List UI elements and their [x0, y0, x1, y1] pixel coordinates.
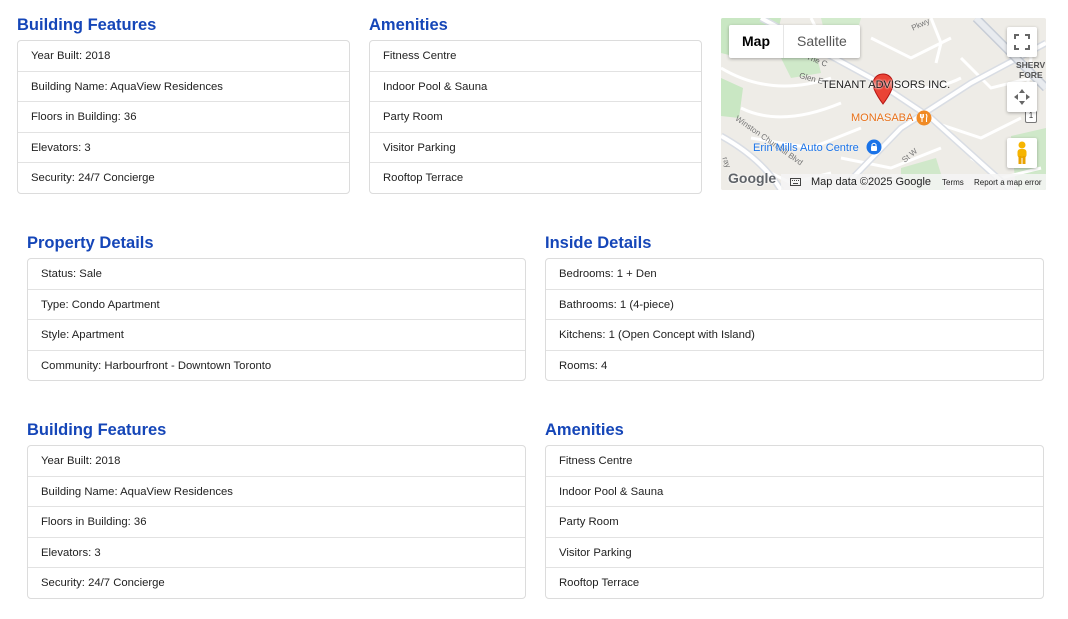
fullscreen-button[interactable] [1007, 27, 1037, 57]
report-map-error-link[interactable]: Report a map error [974, 178, 1042, 187]
street-view-button[interactable] [1007, 138, 1037, 168]
list-item: Rooms: 4 [559, 359, 608, 372]
list-item: Bedrooms: 1 + Den [546, 259, 1043, 290]
map-data-attribution: Map data ©2025 Google [811, 176, 932, 188]
list-item: Rooftop Terrace [559, 577, 640, 590]
building-features-heading-top: Building Features [17, 16, 157, 34]
poi-restaurant-label: MONASABA [851, 112, 914, 124]
list-item: Bathrooms: 1 (4-piece) [546, 290, 1043, 321]
area-label: FORE [1019, 70, 1043, 80]
shopping-icon[interactable] [866, 139, 882, 155]
pin-label: TENANT ADVISORS INC. [822, 79, 951, 91]
list-item: Type: Condo Apartment [28, 290, 525, 321]
inside-details-heading: Inside Details [545, 234, 652, 252]
list-item: Visitor Parking [546, 538, 1043, 569]
list-item: Rooftop Terrace [383, 172, 464, 185]
area-label: SHERV [1016, 60, 1046, 70]
building-features-card-bottom: Year Built: 2018 Building Name: AquaView… [27, 445, 526, 599]
property-details-card: Status: Sale Type: Condo Apartment Style… [27, 258, 526, 381]
list-item: Indoor Pool & Sauna [546, 477, 1043, 508]
amenities-card-bottom: Fitness Centre Indoor Pool & Sauna Party… [545, 445, 1044, 599]
list-item: Year Built: 2018 [28, 446, 525, 477]
map-type-satellite-button[interactable]: Satellite [783, 25, 860, 58]
list-item: Fitness Centre [370, 41, 701, 72]
google-logo[interactable]: Google [728, 170, 776, 186]
pan-control-button[interactable] [1007, 82, 1037, 112]
list-item: Building Name: AquaView Residences [28, 477, 525, 508]
list-item: Visitor Parking [370, 133, 701, 164]
poi-auto-label: Erin Mills Auto Centre [753, 142, 859, 154]
building-features-card-top: Year Built: 2018 Building Name: AquaView… [17, 40, 350, 194]
list-item: Indoor Pool & Sauna [370, 72, 701, 103]
inside-details-card: Bedrooms: 1 + Den Bathrooms: 1 (4-piece)… [545, 258, 1044, 381]
pan-control-icon [1014, 89, 1030, 105]
amenities-heading-bottom: Amenities [545, 421, 624, 439]
list-item: Kitchens: 1 (Open Concept with Island) [546, 320, 1043, 351]
map-type-map-button[interactable]: Map [729, 25, 783, 58]
map-type-control: Map Satellite [729, 25, 860, 58]
list-item: Party Room [370, 102, 701, 133]
restaurant-icon[interactable] [916, 110, 932, 126]
list-item: Floors in Building: 36 [28, 507, 525, 538]
list-item: Security: 24/7 Concierge [41, 577, 165, 590]
amenities-card-top: Fitness Centre Indoor Pool & Sauna Party… [369, 40, 702, 194]
list-item: Style: Apartment [28, 320, 525, 351]
list-item: Elevators: 3 [18, 133, 349, 164]
list-item: Fitness Centre [546, 446, 1043, 477]
list-item: Year Built: 2018 [18, 41, 349, 72]
map-widget[interactable]: The C Glen E Winston Churchill Blvd St W… [721, 18, 1046, 190]
list-item: Floors in Building: 36 [18, 102, 349, 133]
list-item: Building Name: AquaView Residences [18, 72, 349, 103]
property-details-heading: Property Details [27, 234, 154, 252]
list-item: Party Room [546, 507, 1043, 538]
list-item: Community: Harbourfront - Downtown Toron… [41, 359, 272, 372]
building-features-heading-bottom: Building Features [27, 421, 167, 439]
fullscreen-icon [1014, 34, 1030, 50]
street-view-pegman-icon [1017, 141, 1027, 164]
list-item: Security: 24/7 Concierge [31, 172, 155, 185]
keyboard-icon[interactable] [790, 178, 801, 186]
list-item: Elevators: 3 [28, 538, 525, 569]
amenities-heading-top: Amenities [369, 16, 448, 34]
terms-link[interactable]: Terms [942, 178, 964, 187]
list-item: Status: Sale [28, 259, 525, 290]
